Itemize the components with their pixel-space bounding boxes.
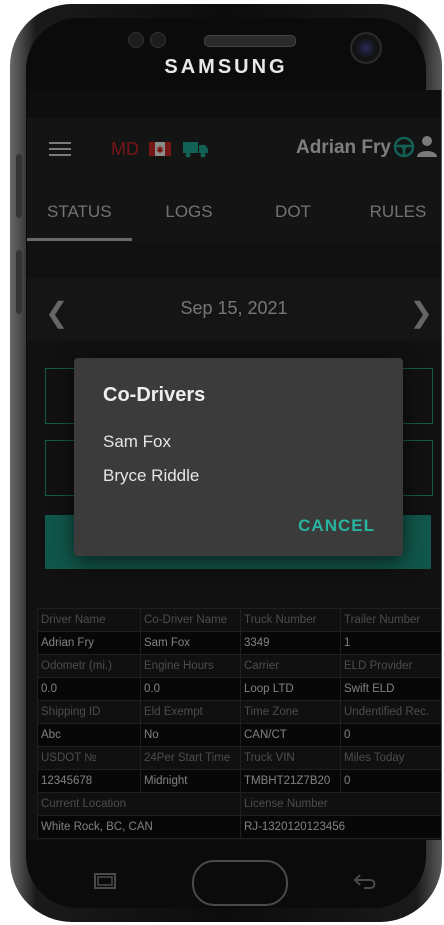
co-driver-option[interactable]: Sam Fox [103,432,171,452]
device-brand: SAMSUNG [164,56,288,78]
back-icon[interactable] [352,872,378,890]
app-screen: MD Adrian Fry STATUS LOGS DOT RULES ❮ Se… [27,90,441,840]
bixby-button [16,250,22,314]
light-sensor [150,32,166,48]
co-drivers-dialog: Co-Drivers Sam Fox Bryce Riddle CANCEL [74,358,403,556]
proximity-sensor [128,32,144,48]
home-button[interactable] [192,860,288,906]
co-driver-option[interactable]: Bryce Riddle [103,466,199,486]
earpiece-speaker [204,35,296,47]
recent-apps-icon[interactable] [94,873,116,889]
device-nav-bar [0,840,444,925]
dialog-title: Co-Drivers [103,384,206,406]
cancel-button[interactable]: CANCEL [298,516,375,536]
volume-button [16,154,22,218]
